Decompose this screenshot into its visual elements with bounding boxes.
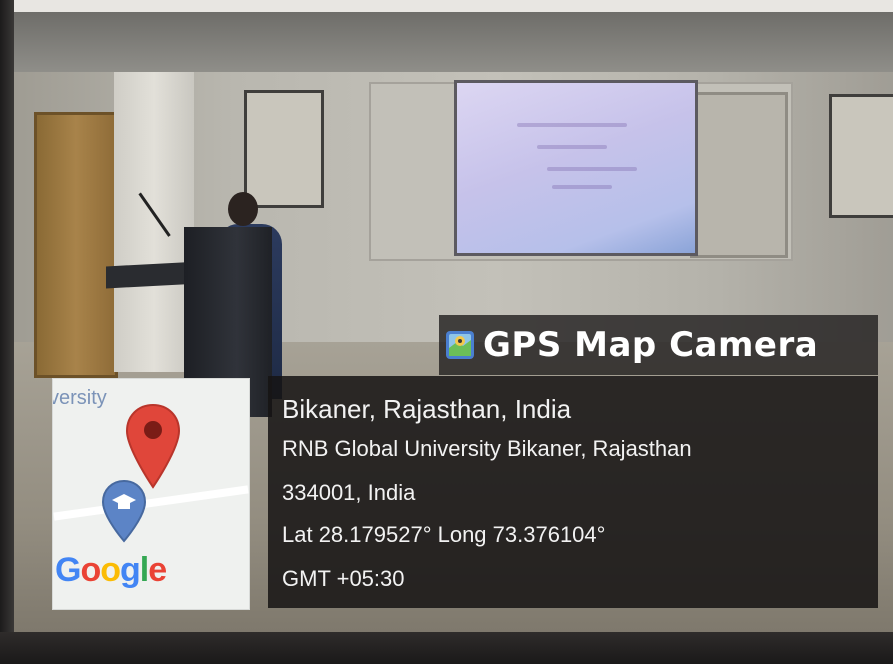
white-pillar	[114, 72, 194, 372]
brand-title: GPS Map Camera	[483, 325, 819, 365]
blue-graduation-cap-pin-icon	[101, 479, 147, 547]
wall-poster-left	[244, 90, 324, 208]
slide-text-line	[517, 123, 627, 127]
address-line-2: 334001, India	[282, 480, 416, 505]
google-logo: Google	[55, 551, 167, 589]
wall-poster-right	[829, 94, 893, 218]
wooden-door	[34, 112, 118, 378]
slide-text-line	[547, 167, 637, 171]
map-thumbnail: versity Google	[52, 378, 250, 610]
geotagged-photo: GPS Map Camera versity Google Bikaner, R…	[0, 0, 893, 664]
bottom-border	[0, 632, 893, 664]
speaker-person-head	[228, 192, 258, 226]
slide-text-line	[552, 185, 612, 189]
address-line-1: RNB Global University Bikaner, Rajasthan	[282, 436, 692, 461]
ceiling	[14, 12, 893, 72]
top-border	[0, 0, 893, 12]
map-app-icon	[445, 330, 475, 360]
timezone-line: GMT +05:30	[282, 566, 405, 591]
coordinates-line: Lat 28.179527° Long 73.376104°	[282, 522, 606, 547]
left-border	[0, 0, 14, 664]
gps-camera-brand-bar: GPS Map Camera	[439, 315, 878, 375]
projector-screen	[454, 80, 698, 256]
wall-poster-middle	[690, 92, 788, 258]
map-place-label: versity	[52, 387, 107, 409]
city-line: Bikaner, Rajasthan, India	[282, 394, 572, 424]
slide-text-line	[537, 145, 607, 149]
location-info-panel: Bikaner, Rajasthan, India RNB Global Uni…	[268, 376, 878, 608]
